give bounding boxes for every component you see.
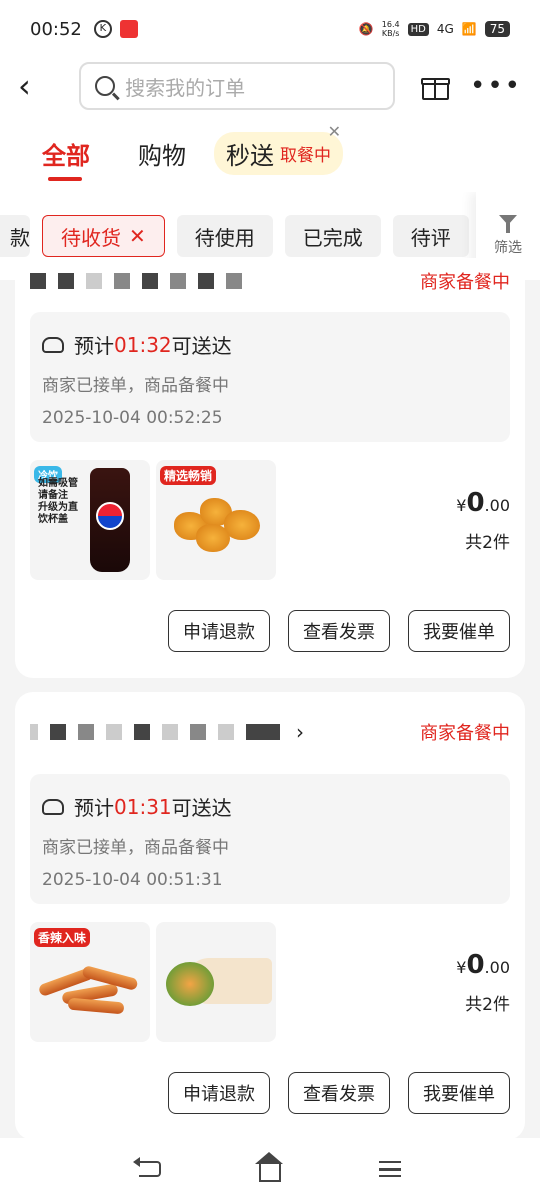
order-status: 商家备餐中	[420, 723, 510, 744]
order-card-header: › 商家备餐中	[30, 698, 510, 766]
nav-home-icon[interactable]	[255, 1152, 283, 1182]
price-summary: ¥0.00 共2件	[456, 950, 510, 1015]
order-type-tabs: 全部 购物 秒送 取餐中 ✕	[0, 114, 540, 192]
mute-icon: 🔕	[358, 22, 374, 36]
invoice-button[interactable]: 查看发票	[288, 1072, 390, 1114]
tab-flash-sub: 取餐中	[280, 145, 331, 166]
product-thumb-pepsi[interactable]: 冷饮 如需吸管请备注 升级为直饮杯盖	[30, 460, 150, 580]
scooter-icon	[42, 798, 64, 815]
urge-button[interactable]: 我要催单	[408, 610, 510, 652]
order-card[interactable]: 商家备餐中 预计 01:32 可送达 商家已接单，商品备餐中 2025-10-0…	[15, 258, 525, 678]
net-speed: 16.4 KB/s	[381, 20, 400, 38]
order-status: 商家备餐中	[420, 272, 510, 293]
status-bar: 00:52 K 🔕 16.4 KB/s HD 4G 📶 75	[0, 0, 540, 58]
product-thumb-nuggets[interactable]: 精选畅销	[156, 460, 276, 580]
goods-row[interactable]: 冷饮 如需吸管请备注 升级为直饮杯盖 精选畅销 ¥0.00 共2件	[30, 460, 510, 580]
price-summary: ¥0.00 共2件	[456, 488, 510, 553]
store-name-masked[interactable]: ›	[30, 720, 304, 744]
order-card-header: 商家备餐中	[30, 258, 510, 304]
scooter-icon	[42, 336, 64, 353]
eta-line: 预计 01:32 可送达	[42, 330, 496, 359]
item-count: 共2件	[465, 994, 510, 1015]
eta-suffix: 可送达	[171, 796, 232, 820]
app-notification-icon	[119, 20, 138, 38]
search-input[interactable]: 搜索我的订单	[79, 62, 395, 110]
tab-flash-delivery[interactable]: 秒送 取餐中 ✕	[214, 122, 343, 175]
merchant-note: 商家已接单，商品备餐中	[42, 376, 229, 396]
merchant-note: 商家已接单，商品备餐中	[42, 838, 229, 858]
product-thumb-wings[interactable]: 香辣入味	[30, 922, 150, 1042]
filter-chip-partial[interactable]: 款	[0, 215, 30, 257]
chevron-right-icon: ›	[296, 720, 304, 744]
product-thumb-wrap[interactable]	[156, 922, 276, 1042]
order-list: 商家备餐中 预计 01:32 可送达 商家已接单，商品备餐中 2025-10-0…	[0, 258, 540, 1154]
delivery-info: 预计 01:32 可送达 商家已接单，商品备餐中 2025-10-04 00:5…	[30, 312, 510, 442]
search-icon	[95, 76, 116, 96]
funnel-icon	[499, 215, 517, 233]
product-tag: 精选畅销	[160, 466, 217, 485]
back-button[interactable]: ‹	[18, 67, 57, 105]
filter-chip-completed[interactable]: 已完成	[284, 215, 381, 257]
order-datetime: 2025-10-04 00:52:25	[42, 408, 223, 428]
eta-prefix: 预计	[74, 334, 114, 358]
order-actions: 申请退款 查看发票 我要催单	[30, 610, 510, 652]
pepsi-logo-icon	[96, 502, 124, 530]
nav-back-icon[interactable]	[133, 1157, 161, 1177]
delivery-info: 预计 01:31 可送达 商家已接单，商品备餐中 2025-10-04 00:5…	[30, 774, 510, 904]
close-icon[interactable]: ✕	[129, 224, 146, 248]
eta-suffix: 可送达	[171, 334, 232, 358]
order-datetime: 2025-10-04 00:51:31	[42, 870, 223, 890]
signal-icon: 4G	[436, 22, 454, 36]
filter-chip-to-use[interactable]: 待使用	[176, 215, 273, 257]
hd-icon: HD	[407, 22, 429, 36]
wings-image	[37, 964, 139, 1016]
clock: 00:52	[30, 18, 82, 40]
search-placeholder: 搜索我的订单	[125, 75, 246, 100]
store-name-masked[interactable]	[30, 273, 242, 289]
refund-button[interactable]: 申请退款	[168, 1072, 270, 1114]
filter-chip-to-review[interactable]: 待评	[392, 215, 469, 257]
goods-row[interactable]: 香辣入味 ¥0.00 共2件	[30, 922, 510, 1042]
more-icon[interactable]: •••	[470, 71, 522, 101]
tab-flash-label: 秒送	[226, 141, 274, 170]
filter-label: 筛选	[494, 240, 522, 256]
invoice-button[interactable]: 查看发票	[288, 610, 390, 652]
urge-button[interactable]: 我要催单	[408, 1072, 510, 1114]
nuggets-image	[174, 494, 264, 558]
nav-menu-icon[interactable]	[379, 1161, 401, 1177]
tab-all[interactable]: 全部	[42, 136, 90, 181]
gift-icon[interactable]	[420, 72, 450, 100]
eta-prefix: 预计	[74, 796, 114, 820]
filter-chip-label: 待收货	[61, 225, 121, 250]
order-card[interactable]: › 商家备餐中 预计 01:31 可送达 商家已接单，商品备餐中 2025-10…	[15, 692, 525, 1140]
eta-line: 预计 01:31 可送达	[42, 792, 496, 821]
close-icon[interactable]: ✕	[328, 122, 341, 141]
product-tag: 香辣入味	[34, 928, 91, 947]
wifi-icon: 📶	[461, 22, 477, 36]
refund-button[interactable]: 申请退款	[168, 610, 270, 652]
k-icon: K	[93, 20, 112, 38]
eta-time: 01:31	[114, 794, 172, 819]
battery-icon: 75	[484, 21, 510, 37]
status-icons: 🔕 16.4 KB/s HD 4G 📶 75	[359, 20, 510, 38]
order-price: ¥0.00	[456, 487, 510, 518]
wrap-filling-image	[166, 962, 214, 1006]
order-actions: 申请退款 查看发票 我要催单	[30, 1072, 510, 1114]
header: ‹ 搜索我的订单 •••	[0, 58, 540, 114]
eta-time: 01:32	[114, 332, 172, 357]
filter-chip-to-receive[interactable]: 待收货 ✕	[42, 215, 165, 257]
product-note: 如需吸管请备注 升级为直饮杯盖	[38, 478, 78, 525]
tab-shopping[interactable]: 购物	[138, 136, 186, 171]
system-nav-bar	[0, 1138, 540, 1200]
order-price: ¥0.00	[456, 949, 510, 980]
item-count: 共2件	[465, 532, 510, 553]
